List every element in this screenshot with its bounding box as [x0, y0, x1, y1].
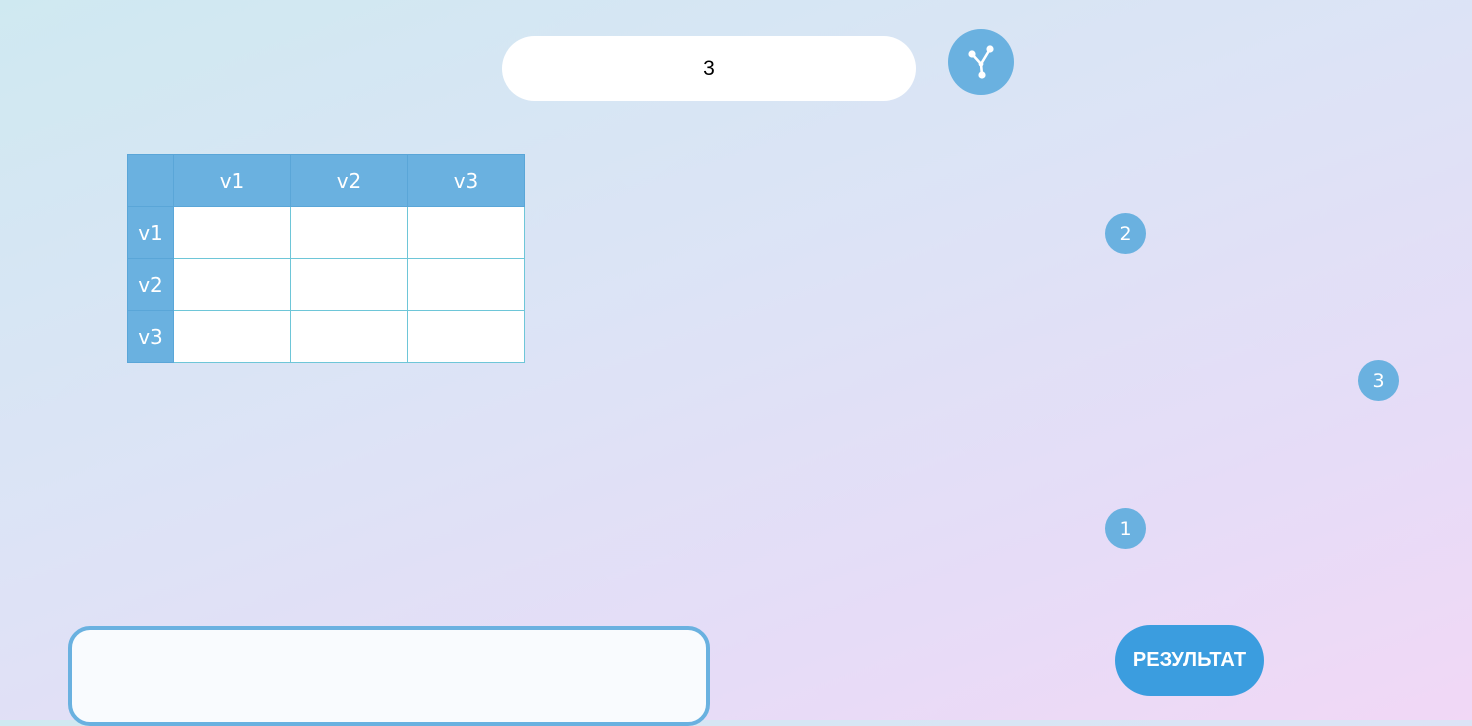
matrix-cell-input-v2-v2[interactable] — [291, 259, 407, 310]
result-button[interactable]: РЕЗУЛЬТАТ — [1115, 625, 1264, 696]
build-graph-button[interactable] — [948, 29, 1014, 95]
matrix-column-header-v3: v3 — [407, 154, 525, 207]
matrix-column-header-v2: v2 — [290, 154, 408, 207]
matrix-cell-input-v1-v3[interactable] — [408, 207, 524, 258]
matrix-cell — [173, 258, 291, 311]
matrix-cell — [407, 310, 525, 363]
vertex-count-input[interactable] — [502, 36, 916, 101]
graph-node[interactable]: 1 — [1105, 508, 1146, 549]
matrix-cell-input-v3-v3[interactable] — [408, 311, 524, 362]
matrix-row: v2 — [127, 258, 525, 311]
matrix-row-header-v2: v2 — [127, 258, 174, 311]
matrix-cell-input-v3-v2[interactable] — [291, 311, 407, 362]
matrix-cell — [290, 258, 408, 311]
matrix-row: v1 — [127, 206, 525, 259]
matrix-corner-cell — [127, 154, 174, 207]
matrix-cell — [290, 206, 408, 259]
matrix-cell-input-v2-v1[interactable] — [174, 259, 290, 310]
result-output-field[interactable] — [68, 626, 710, 726]
matrix-row-header-v3: v3 — [127, 310, 174, 363]
graph-nodes-icon — [968, 45, 994, 79]
matrix-cell-input-v1-v1[interactable] — [174, 207, 290, 258]
matrix-header-row: v1 v2 v3 — [127, 154, 525, 207]
matrix-cell-input-v3-v1[interactable] — [174, 311, 290, 362]
matrix-cell — [173, 310, 291, 363]
matrix-cell-input-v1-v2[interactable] — [291, 207, 407, 258]
graph-node[interactable]: 3 — [1358, 360, 1399, 401]
matrix-column-header-v1: v1 — [173, 154, 291, 207]
matrix-row-header-v1: v1 — [127, 206, 174, 259]
matrix-cell-input-v2-v3[interactable] — [408, 259, 524, 310]
adjacency-matrix: v1 v2 v3 v1 v2 v3 — [127, 154, 525, 363]
matrix-row: v3 — [127, 310, 525, 363]
matrix-cell — [290, 310, 408, 363]
matrix-cell — [407, 258, 525, 311]
matrix-cell — [407, 206, 525, 259]
graph-node[interactable]: 2 — [1105, 213, 1146, 254]
matrix-cell — [173, 206, 291, 259]
